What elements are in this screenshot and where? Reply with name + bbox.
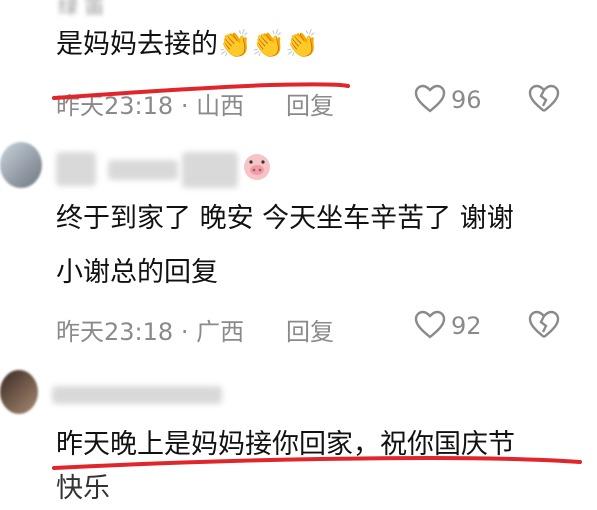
heart-icon[interactable] <box>414 84 446 114</box>
meta-separator: · <box>180 318 189 346</box>
avatar[interactable] <box>0 370 38 414</box>
username-blurred <box>56 152 96 186</box>
comment-2-meta: 昨天23:18 · 广西 <box>56 312 244 347</box>
comment-1-username[interactable]: 绿 笛 <box>58 0 104 19</box>
broken-heart-icon[interactable] <box>528 84 560 114</box>
username-blurred <box>182 152 238 188</box>
username-blurred <box>108 160 178 180</box>
heart-icon[interactable] <box>414 310 446 340</box>
red-underline-1 <box>52 82 350 100</box>
comment-2-location: 广西 <box>196 318 245 346</box>
pig-emoji-icon <box>240 150 274 182</box>
comment-1-text: 是妈妈去接的👏👏👏 <box>56 29 319 60</box>
avatar[interactable] <box>0 142 42 188</box>
username-blurred <box>52 386 222 404</box>
comment-2-text-line-2: 小谢总的回复 <box>56 257 218 288</box>
comment-2-like-count: 92 <box>451 312 482 340</box>
comment-2-reply-button[interactable]: 回复 <box>286 312 334 347</box>
red-underline-2 <box>52 455 582 470</box>
comment-2-text-line-1: 终于到家了 晚安 今天坐车辛苦了 谢谢 <box>56 203 514 234</box>
broken-heart-icon[interactable] <box>528 310 560 340</box>
comment-1-like-count: 96 <box>451 86 482 114</box>
comment-2-time: 昨天23:18 <box>56 318 174 346</box>
